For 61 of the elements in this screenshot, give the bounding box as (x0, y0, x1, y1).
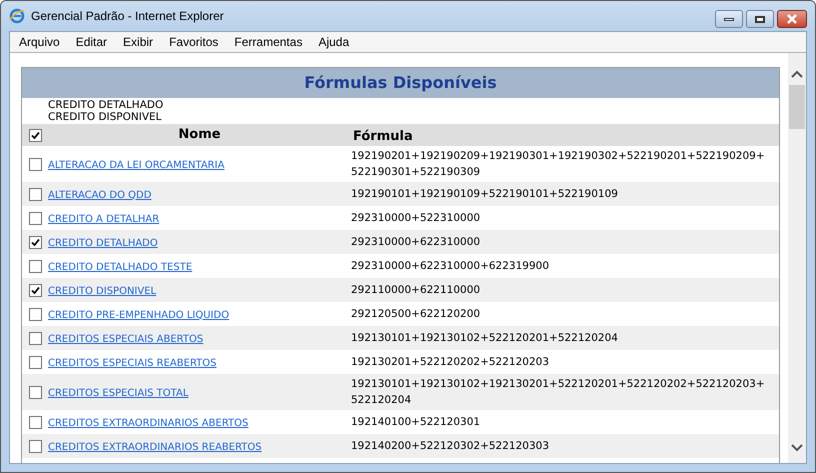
formula-text: 292120500+622120200 (351, 307, 482, 322)
checkbox[interactable] (28, 416, 42, 428)
checkbox[interactable] (28, 236, 42, 248)
column-header: Fórmula (353, 129, 413, 144)
close-button[interactable] (777, 10, 807, 28)
scroll-down-icon[interactable] (791, 443, 803, 453)
browser-logo-icon (9, 8, 25, 24)
menu-item[interactable]: Exibir (123, 33, 154, 51)
formula-name-link[interactable]: ALTERACAO DA LEI ORCAMENTARIA (48, 160, 224, 170)
scrollbar[interactable] (788, 53, 806, 463)
checkbox[interactable] (28, 260, 42, 272)
check-icon (30, 130, 40, 140)
scroll-thumb[interactable] (789, 85, 805, 129)
formula-text: 292310000+622310000+622319900 (351, 259, 550, 274)
selected-formula-text: CREDITO DISPONIVEL (48, 111, 163, 123)
checkbox[interactable] (28, 356, 42, 368)
menu-item[interactable]: Favoritos (169, 33, 218, 51)
formula-text: 192130101+192130102+192130201+522120201+522120202+522120203+522120204 (351, 377, 766, 408)
formula-name-link[interactable]: CREDITO A DETALHAR (48, 214, 160, 224)
formula-name-link[interactable]: CREDITOS EXTRAORDINARIOS ABERTOS (48, 418, 248, 428)
menu-item[interactable]: Ferramentas (234, 33, 302, 51)
close-icon (786, 14, 798, 24)
menu-item[interactable]: Ajuda (318, 33, 350, 51)
panel-title: Fórmulas Disponíveis (304, 72, 497, 94)
selected-formula-text: CREDITO DETALHADO (48, 99, 164, 111)
formula-name-link[interactable]: CREDITO DISPONIVEL (48, 286, 156, 296)
formula-name-link[interactable]: CREDITOS ESPECIAIS REABERTOS (48, 358, 217, 368)
window-title: Gerencial Padrão - Internet Explorer (31, 8, 224, 25)
checkbox[interactable] (28, 308, 42, 320)
formula-name-link[interactable]: CREDITOS EXTRAORDINARIOS REABERTOS (48, 442, 262, 452)
checkbox[interactable] (28, 188, 42, 200)
checkbox[interactable] (28, 158, 42, 170)
check-icon (30, 238, 40, 246)
formula-name-link[interactable]: CREDITO DETALHADO (48, 238, 158, 248)
formula-text: 192140200+522120302+522120303 (351, 439, 550, 454)
checkbox[interactable] (28, 440, 42, 452)
formula-text: 292310000+522310000 (351, 211, 482, 226)
minimize-button[interactable] (715, 10, 743, 28)
maximize-button[interactable] (746, 10, 774, 28)
checkbox[interactable] (28, 332, 42, 344)
checkbox[interactable] (28, 386, 42, 398)
formula-text: 192130201+522120202+522120203 (351, 355, 550, 370)
formula-name-link[interactable]: CREDITO PRE-EMPENHADO LIQUIDO (48, 310, 230, 320)
column-header: Nome (178, 126, 221, 144)
formula-text: 292110000+622110000 (351, 283, 482, 298)
menu-item[interactable]: Editar (76, 33, 108, 51)
menu-item[interactable]: Arquivo (19, 33, 60, 51)
formula-name-link[interactable]: CREDITOS ESPECIAIS ABERTOS (48, 334, 204, 344)
formula-name-link[interactable]: CREDITOS ESPECIAIS TOTAL (48, 388, 188, 398)
check-icon (30, 286, 40, 294)
formula-name-link[interactable]: ALTERACAO DO QDD (48, 190, 152, 200)
scroll-up-icon[interactable] (791, 69, 803, 79)
formula-text: 192190101+192190109+522190101+522190109 (351, 187, 619, 202)
checkbox[interactable] (28, 128, 42, 142)
formula-text: 192130101+192130102+522120201+522120204 (351, 331, 619, 346)
formula-name-link[interactable]: CREDITO DETALHADO TESTE (48, 262, 192, 272)
formula-text: 292310000+622310000 (351, 235, 482, 250)
checkbox[interactable] (28, 284, 42, 296)
checkbox[interactable] (28, 212, 42, 224)
formula-text: 192190201+192190209+192190301+192190302+522190201+522190209+522190301+522190309 (351, 149, 766, 180)
formula-text: 192140100+522120301 (351, 415, 482, 430)
